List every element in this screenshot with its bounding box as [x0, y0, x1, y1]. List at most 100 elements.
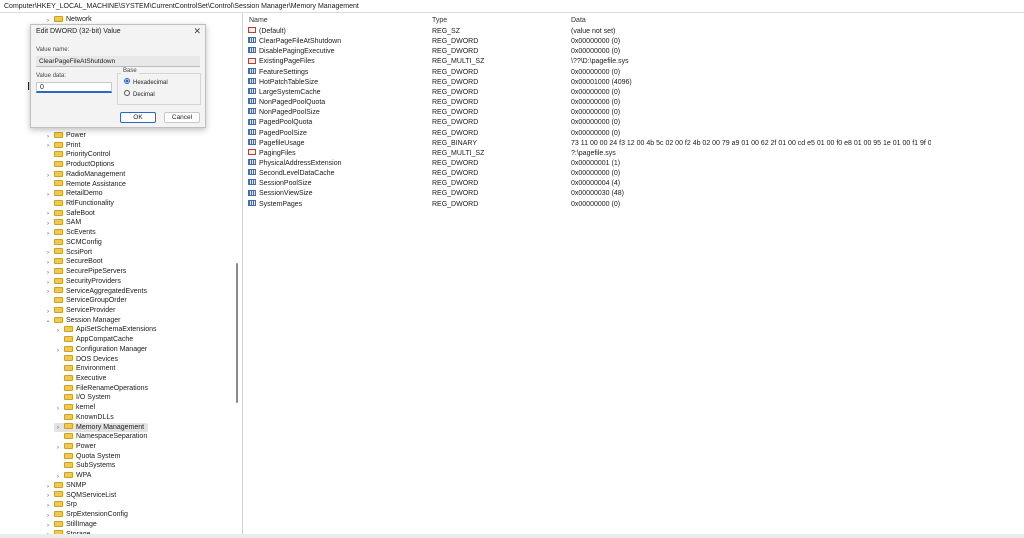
list-item[interactable]: HotPatchTableSize REG_DWORD 0x00001000 (40… — [245, 77, 1024, 88]
tree-item-label: RtlFunctionality — [66, 200, 114, 208]
column-header-data[interactable]: Data — [571, 16, 586, 26]
tree-item[interactable]: › ScEvents — [44, 228, 96, 238]
tree-item[interactable]: › SQMServiceList — [44, 491, 116, 501]
list-item[interactable]: NonPagedPoolSize REG_DWORD 0x00000000 (0) — [245, 108, 1024, 118]
value-name: SystemPages — [259, 200, 303, 208]
tree-item[interactable]: ›SubSystems — [54, 461, 115, 471]
list-item[interactable]: PagingFiles REG_MULTI_SZ ?:\pagefile.sys — [245, 148, 1024, 159]
value-name: ClearPageFileAtShutdown — [259, 38, 342, 46]
value-name-field[interactable] — [36, 56, 200, 67]
tree-item[interactable]: ›ServiceGroupOrder — [44, 296, 127, 306]
binary-value-icon — [248, 199, 256, 206]
tree-item[interactable]: › WPA — [54, 471, 91, 481]
tree-item[interactable]: ›ProductOptions — [44, 160, 114, 170]
tree-item[interactable]: ›SCMConfig — [44, 238, 102, 248]
value-type: REG_DWORD — [432, 129, 479, 137]
folder-icon — [64, 452, 73, 459]
close-icon[interactable]: ✕ — [193, 26, 201, 37]
tree-item[interactable]: ›PriorityControl — [44, 150, 110, 160]
tree-item[interactable]: › SecurityProviders — [44, 277, 121, 287]
list-item[interactable]: NonPagedPoolQuota REG_DWORD 0x00000000 (0) — [245, 98, 1024, 108]
radio-unselected-icon[interactable] — [124, 90, 130, 97]
tree-item[interactable]: › SecureBoot — [44, 257, 103, 267]
tree-item-label: WPA — [76, 472, 92, 480]
tree-item[interactable]: › Memory Management — [54, 422, 149, 433]
column-header-type[interactable]: Type — [432, 16, 447, 26]
value-type: REG_MULTI_SZ — [432, 149, 485, 157]
list-item[interactable]: PagedPoolQuota REG_DWORD 0x00000000 (0) — [245, 118, 1024, 128]
tree-item-label: FileRenameOperations — [76, 384, 148, 392]
tree-item[interactable]: › SecurePipeServers — [44, 267, 126, 277]
list-item[interactable]: SystemPages REG_DWORD 0x00000000 (0) — [245, 199, 1024, 210]
list-item[interactable]: PhysicalAddressExtension REG_DWORD 0x00000… — [245, 159, 1024, 169]
hexadecimal-radio[interactable]: Hexadecimal — [124, 78, 168, 87]
values-list[interactable]: Name Type Data (Default) REG_SZ (value not… — [245, 13, 1024, 535]
tree-item[interactable]: › SNMP — [44, 481, 86, 491]
tree-item[interactable]: ›Remote Assistance — [44, 180, 126, 190]
folder-icon — [64, 413, 73, 420]
folder-icon — [54, 199, 63, 206]
tree-item[interactable]: › Configuration Manager — [54, 345, 147, 355]
radio-selected-icon[interactable] — [124, 78, 130, 85]
chevron-down-icon[interactable]: ⌄ — [44, 317, 52, 327]
tree-item[interactable]: ›I/O System — [54, 393, 111, 403]
decimal-radio[interactable]: Decimal — [124, 90, 155, 99]
tree-item[interactable]: ›Environment — [54, 364, 115, 374]
tree-item[interactable]: › Print — [44, 141, 80, 151]
tree-item[interactable]: › ServiceProvider — [44, 306, 115, 316]
tree-item[interactable]: › SafeBoot — [44, 209, 95, 219]
list-item[interactable]: SessionPoolSize REG_DWORD 0x00000004 (4) — [245, 179, 1024, 189]
tree-item[interactable]: ›NamespaceSeparation — [54, 432, 147, 442]
tree-item[interactable]: › SrpExtensionConfig — [44, 510, 128, 520]
folder-icon — [64, 462, 73, 469]
tree-item[interactable]: › Power — [44, 131, 86, 141]
list-item[interactable]: DisablePagingExecutive REG_DWORD 0x0000000… — [245, 47, 1024, 57]
folder-icon — [54, 501, 63, 508]
list-item[interactable]: SecondLevelDataCache REG_DWORD 0x00000000 … — [245, 169, 1024, 179]
tree-item[interactable]: ›RtlFunctionality — [44, 199, 114, 209]
list-item[interactable]: SessionViewSize REG_DWORD 0x00000030 (48) — [245, 189, 1024, 199]
list-item[interactable]: ClearPageFileAtShutdown REG_DWORD 0x000000… — [245, 37, 1024, 47]
tree-item[interactable]: ›AppCompatCache — [54, 335, 133, 345]
tree-item[interactable]: › ServiceAggregatedEvents — [44, 287, 147, 297]
tree-item[interactable]: › Srp — [44, 500, 77, 510]
value-data: 0x00000004 (4) — [571, 180, 621, 188]
tree-item[interactable]: › SAM — [44, 218, 81, 228]
tree-item[interactable]: › StillImage — [44, 520, 97, 530]
tree-item[interactable]: › RetailDemo — [44, 189, 103, 199]
tree-item[interactable]: ⌄ Session Manager — [44, 316, 120, 326]
list-item[interactable]: FeatureSettings REG_DWORD 0x00000000 (0) — [245, 67, 1024, 78]
value-name-cell: NonPagedPoolQuota — [248, 98, 325, 108]
ok-button[interactable]: OK — [120, 112, 156, 123]
value-data-input[interactable] — [36, 82, 112, 93]
column-header-name[interactable]: Name — [249, 16, 268, 26]
value-data: 0x00000000 (0) — [571, 109, 621, 117]
horizontal-scrollbar[interactable] — [0, 534, 1024, 538]
list-header: Name Type Data — [245, 16, 1024, 26]
tree-item[interactable]: › ApiSetSchemaExtensions — [54, 325, 157, 335]
list-item[interactable]: LargeSystemCache REG_DWORD 0x00000000 (0) — [245, 88, 1024, 98]
tree-item[interactable]: ›DOS Devices — [54, 355, 118, 365]
list-item[interactable]: ExistingPageFiles REG_MULTI_SZ \??\D:\page… — [245, 57, 1024, 67]
folder-icon — [54, 209, 63, 216]
list-item[interactable]: PagedPoolSize REG_DWORD 0x00000000 (0) — [245, 128, 1024, 139]
tree-item[interactable]: › ScsiPort — [44, 248, 92, 258]
tree-item[interactable]: ›Executive — [54, 374, 106, 384]
value-data: ?:\pagefile.sys — [571, 149, 616, 157]
list-item[interactable]: PagefileUsage REG_BINARY 73 11 00 00 24 f3… — [245, 138, 1024, 149]
list-item[interactable]: (Default) REG_SZ (value not set) — [245, 27, 1024, 37]
cancel-button[interactable]: Cancel — [164, 112, 200, 123]
tree-item[interactable]: › Power — [54, 442, 96, 452]
tree-item[interactable]: › RadioManagement — [44, 170, 125, 180]
folder-icon — [54, 170, 63, 177]
tree-item[interactable]: ›Quota System — [54, 452, 120, 462]
tree-item[interactable]: ›FileRenameOperations — [54, 384, 148, 394]
address-bar[interactable]: Computer\HKEY_LOCAL_MACHINE\SYSTEM\Curre… — [0, 0, 1024, 13]
tree-item-label: RetailDemo — [66, 190, 103, 198]
folder-icon — [64, 423, 73, 430]
value-type: REG_DWORD — [432, 119, 479, 127]
tree-item-label: ServiceAggregatedEvents — [66, 287, 147, 295]
tree-item[interactable]: ›KnownDLLs — [54, 413, 114, 423]
tree-scrollbar[interactable] — [236, 263, 238, 403]
tree-item[interactable]: › kernel — [54, 403, 95, 413]
